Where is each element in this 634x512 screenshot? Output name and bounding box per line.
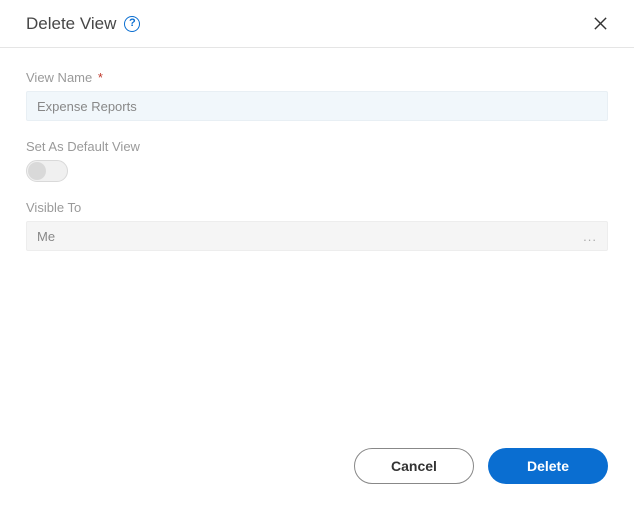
default-view-toggle[interactable] — [26, 160, 68, 182]
cancel-button[interactable]: Cancel — [354, 448, 474, 484]
toggle-knob — [28, 162, 46, 180]
view-name-input[interactable] — [26, 91, 608, 121]
help-icon[interactable]: ? — [124, 16, 140, 32]
visible-to-select[interactable]: Me ... — [26, 221, 608, 251]
dialog-title: Delete View — [26, 14, 116, 34]
default-view-label: Set As Default View — [26, 139, 608, 154]
visible-to-value: Me — [37, 229, 55, 244]
dialog-body: View Name * Set As Default View Visible … — [0, 48, 634, 291]
visible-to-group: Visible To Me ... — [26, 200, 608, 251]
visible-to-label: Visible To — [26, 200, 608, 215]
delete-button[interactable]: Delete — [488, 448, 608, 484]
view-name-group: View Name * — [26, 70, 608, 121]
dialog-header: Delete View ? — [0, 0, 634, 48]
dialog-footer: Cancel Delete — [354, 448, 608, 484]
close-icon — [593, 16, 608, 31]
close-button[interactable] — [589, 12, 612, 35]
ellipsis-icon: ... — [583, 229, 597, 244]
default-view-group: Set As Default View — [26, 139, 608, 182]
view-name-label-text: View Name — [26, 70, 92, 85]
dialog-title-wrap: Delete View ? — [26, 14, 140, 34]
view-name-label: View Name * — [26, 70, 608, 85]
required-asterisk: * — [98, 70, 103, 85]
